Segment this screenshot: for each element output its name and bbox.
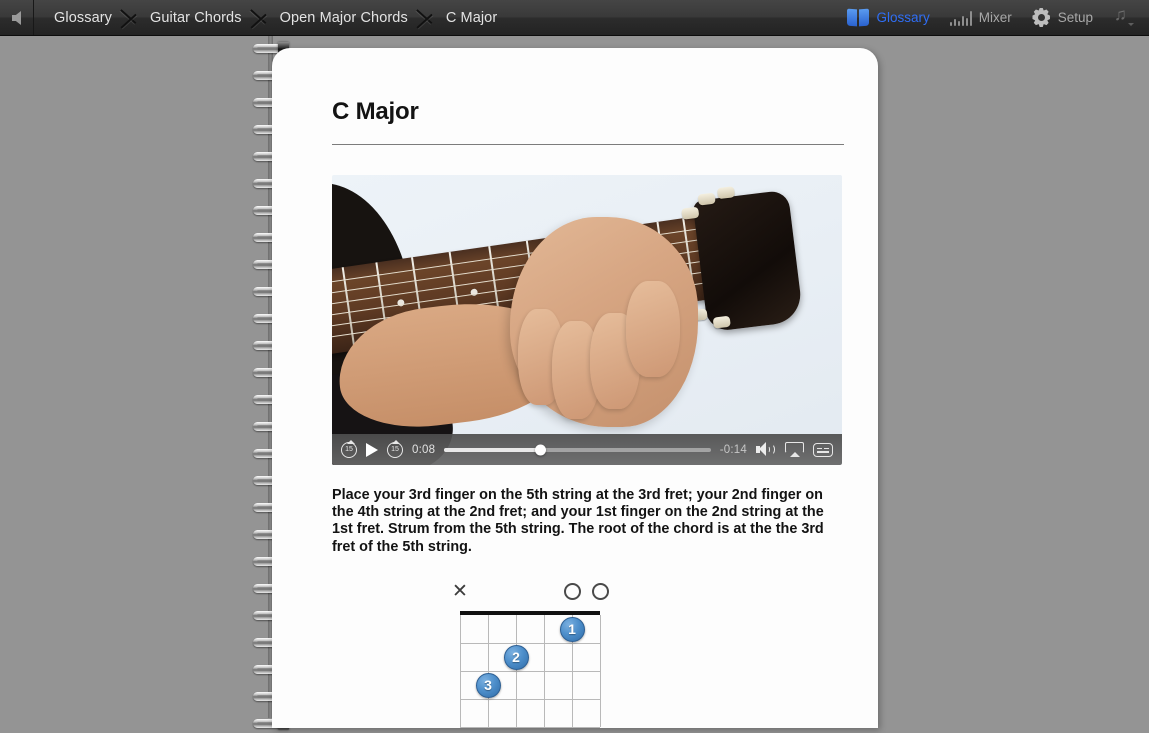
music-note-icon <box>1113 6 1134 27</box>
breadcrumb: Glossary Guitar Chords Open Major Chords… <box>34 0 515 35</box>
toolbar-button-mixer[interactable]: Mixer <box>940 0 1022 35</box>
back-button[interactable] <box>0 0 34 35</box>
title-divider <box>332 144 844 145</box>
subtitles-icon[interactable] <box>813 442 833 457</box>
toolbar-button-label: Glossary <box>876 10 930 25</box>
video-player[interactable]: 15 15 0:08 -0:14 <box>332 175 842 465</box>
back-arrow-icon <box>12 10 21 25</box>
video-controls-bar: 15 15 0:08 -0:14 <box>332 434 842 465</box>
toolbar-right-group: Glossary Mixer Setup <box>837 0 1149 35</box>
finger-dot: 1 <box>559 616 585 642</box>
breadcrumb-label: Guitar Chords <box>150 9 242 26</box>
guitar-headstock-shape <box>681 186 804 333</box>
fret-line <box>460 727 600 728</box>
current-time-label: 0:08 <box>412 443 436 456</box>
notebook-page: C Major 15 15 0:08 -0:14 Place your 3rd … <box>272 48 878 728</box>
rewind-15-icon: 15 <box>341 440 357 458</box>
fret-line <box>460 643 600 644</box>
notebook-stage: C Major 15 15 0:08 -0:14 Place your 3rd … <box>0 36 1149 730</box>
breadcrumb-item-open-major-chords[interactable]: Open Major Chords <box>260 0 426 35</box>
fretboard-grid: 1 23 <box>460 611 601 728</box>
hand-shape <box>510 217 698 427</box>
breadcrumb-item-guitar-chords[interactable]: Guitar Chords <box>130 0 260 35</box>
rewind-15-button[interactable]: 15 <box>341 440 357 458</box>
forward-15-icon: 15 <box>387 440 403 458</box>
chevron-down-icon <box>1128 22 1134 26</box>
scrubber-handle[interactable] <box>534 444 546 455</box>
play-icon <box>366 442 378 457</box>
volume-icon[interactable] <box>756 442 776 457</box>
fret-line <box>460 671 600 672</box>
string-marker-mute: ✕ <box>452 581 468 602</box>
page-title: C Major <box>332 98 419 125</box>
mixer-icon <box>949 10 972 26</box>
progress-scrubber[interactable] <box>444 444 711 455</box>
forward-15-button[interactable]: 15 <box>387 440 403 458</box>
breadcrumb-label: Glossary <box>54 9 113 26</box>
breadcrumb-item-glossary[interactable]: Glossary <box>34 0 130 35</box>
toolbar-button-glossary[interactable]: Glossary <box>837 0 939 35</box>
toolbar-button-setup[interactable]: Setup <box>1022 0 1103 35</box>
fret-line <box>460 699 600 700</box>
remaining-time-label: -0:14 <box>719 443 747 456</box>
finger-dot: 3 <box>475 672 501 698</box>
string-markers-row: ✕ <box>452 582 650 611</box>
toolbar-button-label: Setup <box>1057 10 1093 25</box>
toolbar-button-note-menu[interactable] <box>1103 0 1143 35</box>
top-toolbar: Glossary Guitar Chords Open Major Chords… <box>0 0 1149 36</box>
airplay-icon[interactable] <box>785 442 804 457</box>
chord-diagram: ✕ 1 23 <box>452 582 650 733</box>
play-button[interactable] <box>366 442 378 457</box>
breadcrumb-item-c-major[interactable]: C Major <box>426 0 515 35</box>
book-icon <box>847 8 870 27</box>
toolbar-button-label: Mixer <box>978 10 1012 25</box>
video-still-image <box>332 175 842 465</box>
progress-filled <box>444 447 541 452</box>
nut <box>460 611 600 615</box>
finger-dot: 2 <box>503 644 529 670</box>
page-content: C Major 15 15 0:08 -0:14 Place your 3rd … <box>332 98 844 556</box>
string-line <box>600 615 601 727</box>
gear-icon <box>1032 8 1051 27</box>
breadcrumb-label: Open Major Chords <box>279 9 408 26</box>
instruction-text: Place your 3rd finger on the 5th string … <box>332 487 824 555</box>
breadcrumb-label: C Major <box>445 9 498 26</box>
string-marker-open <box>591 583 609 600</box>
string-marker-open <box>563 583 581 600</box>
